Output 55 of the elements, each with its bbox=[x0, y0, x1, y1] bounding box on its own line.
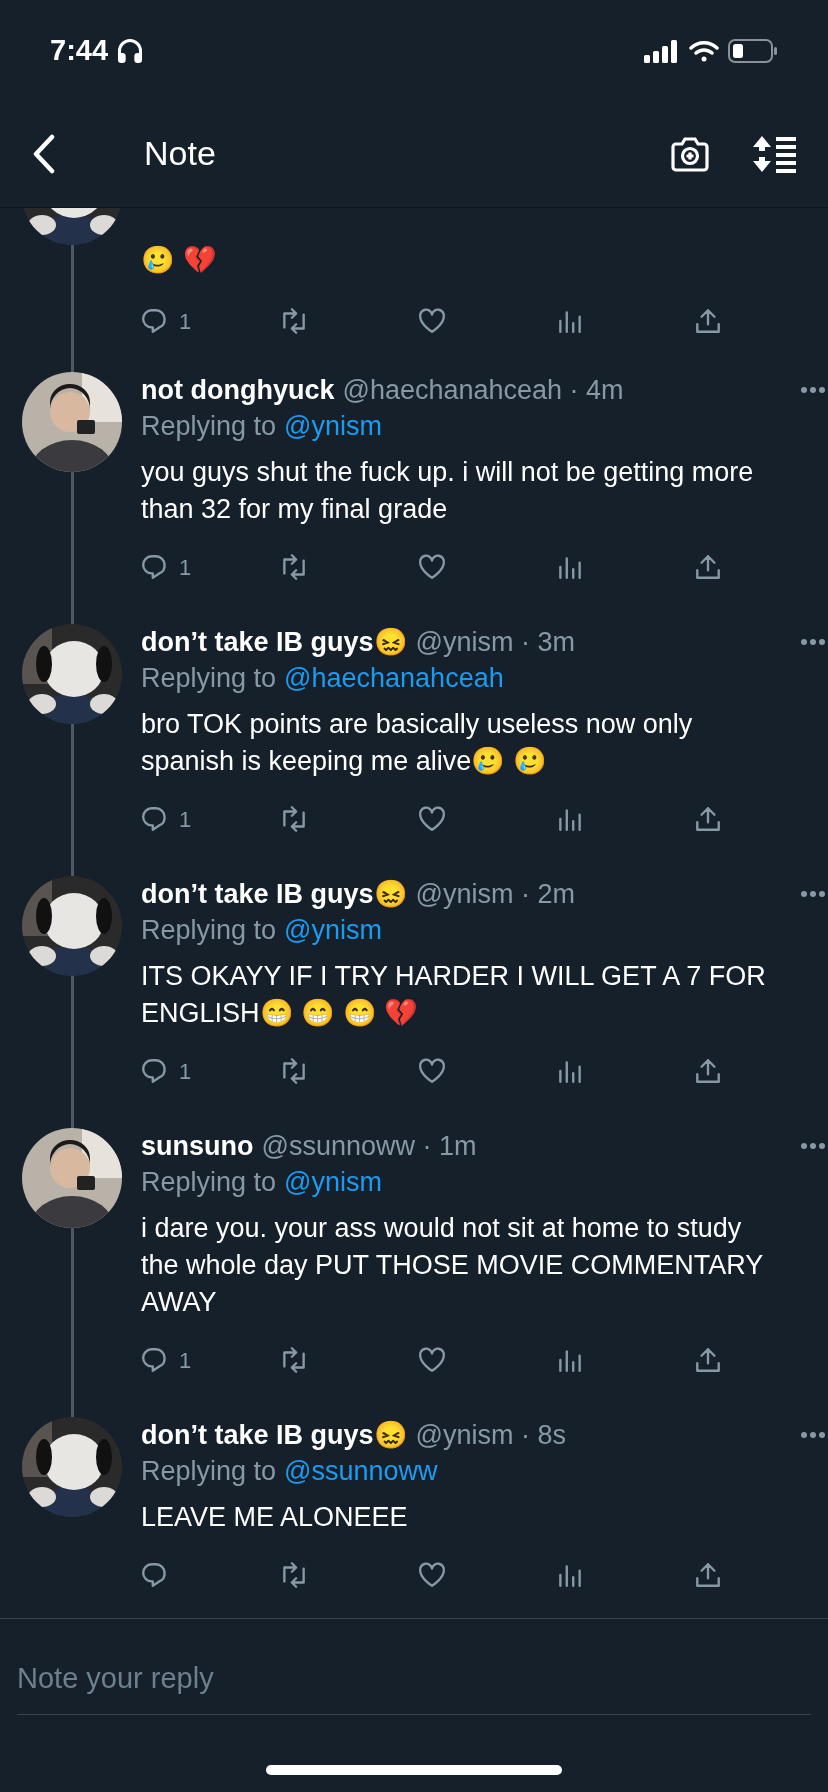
handle-and-time: @haechanahceah · 4m bbox=[342, 373, 624, 407]
tweet-text: bro TOK points are basically useless now only spanish is keeping me alive🥲 🥲 bbox=[141, 708, 694, 778]
mention-link[interactable]: @ynism bbox=[284, 405, 382, 447]
handle-and-time: @ynism · 2m bbox=[415, 877, 575, 911]
share-icon[interactable] bbox=[693, 1345, 723, 1375]
mention-link[interactable]: @ynism bbox=[284, 1161, 382, 1203]
signal-icon bbox=[644, 39, 680, 63]
heart-icon[interactable] bbox=[417, 552, 447, 582]
replying-label: Replying to bbox=[141, 913, 277, 947]
share-icon[interactable] bbox=[693, 1056, 723, 1086]
tweet-text: you guys shut the fuck up. i will not be getting more than 32 for my final grade bbox=[141, 456, 755, 526]
reply-count: 1 bbox=[179, 553, 192, 582]
replying-label: Replying to bbox=[141, 409, 277, 443]
page-title: Note bbox=[144, 133, 216, 174]
battery-icon bbox=[728, 38, 778, 64]
mention-link[interactable]: @haechanahceah bbox=[284, 657, 504, 699]
share-icon[interactable] bbox=[693, 1560, 723, 1590]
status-time: 7:44 bbox=[50, 33, 109, 69]
tweet-text: ITS OKAYY IF I TRY HARDER I WILL GET A 7 FOR ENGLISH😁 😁 😁 💔 bbox=[141, 960, 767, 1030]
replying-label: Replying to bbox=[141, 661, 277, 695]
more-icon[interactable] bbox=[800, 890, 826, 898]
tweet-text: 🥲 💔 bbox=[141, 244, 218, 277]
reply-count: 1 bbox=[179, 1346, 192, 1375]
wifi-icon bbox=[688, 39, 720, 63]
mention-link[interactable]: @ssunnoww bbox=[284, 1450, 438, 1492]
reply-field[interactable]: Note your reply bbox=[17, 1643, 811, 1715]
reply-count: 1 bbox=[179, 805, 192, 834]
heart-icon[interactable] bbox=[417, 1560, 447, 1590]
more-icon[interactable] bbox=[800, 1431, 826, 1439]
replying-label: Replying to bbox=[141, 1454, 277, 1488]
user-name: don’t take IB guys😖 bbox=[141, 625, 408, 659]
user-name: sunsuno bbox=[141, 1129, 254, 1163]
mention-link[interactable]: @ynism bbox=[284, 909, 382, 951]
replying-label: Replying to bbox=[141, 1165, 277, 1199]
more-icon[interactable] bbox=[800, 1142, 826, 1150]
heart-icon[interactable] bbox=[417, 1345, 447, 1375]
user-name: don’t take IB guys😖 bbox=[141, 1418, 408, 1452]
handle-and-time: @ssunnoww · 1m bbox=[261, 1129, 477, 1163]
reply-count: 1 bbox=[179, 1057, 192, 1086]
handle-and-time: @ynism · 8s bbox=[415, 1418, 566, 1452]
tweet-text: i dare you. your ass would not sit at home to study the whole day PUT THOSE MOVIE COMMENTARY AWAY bbox=[141, 1212, 764, 1319]
share-icon[interactable] bbox=[693, 552, 723, 582]
more-icon[interactable] bbox=[800, 386, 826, 394]
user-name: don’t take IB guys😖 bbox=[141, 877, 408, 911]
more-icon[interactable] bbox=[800, 638, 826, 646]
heart-icon[interactable] bbox=[417, 1056, 447, 1086]
reply-count: 1 bbox=[179, 307, 192, 336]
heart-icon[interactable] bbox=[417, 804, 447, 834]
handle-and-time: @ynism · 3m bbox=[415, 625, 575, 659]
heart-icon[interactable] bbox=[417, 306, 447, 336]
headphones-icon bbox=[116, 37, 145, 65]
share-icon[interactable] bbox=[693, 306, 723, 336]
user-name: not donghyuck bbox=[141, 373, 335, 407]
share-icon[interactable] bbox=[693, 804, 723, 834]
tweet-text: LEAVE ME ALONEEE bbox=[141, 1501, 409, 1534]
